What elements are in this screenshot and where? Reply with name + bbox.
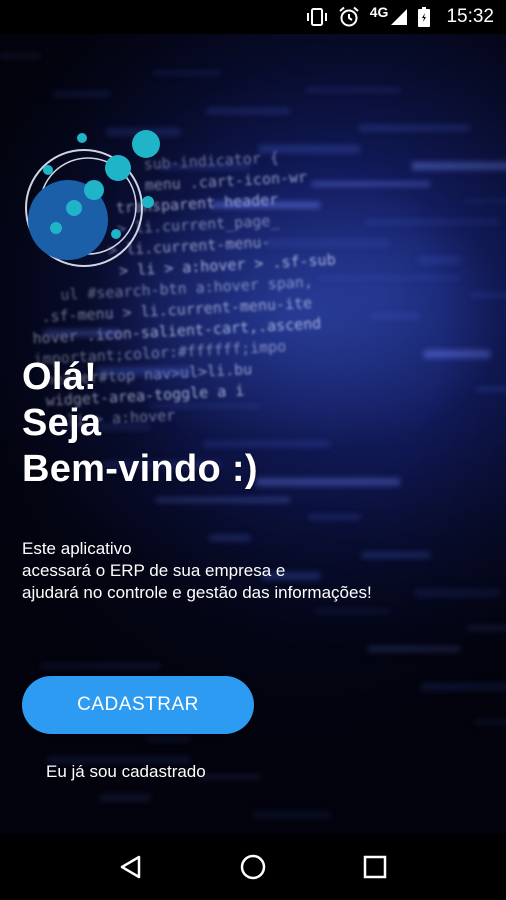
navigation-bar xyxy=(0,834,506,900)
greeting-line-1: Olá! xyxy=(22,356,98,398)
welcome-heading: Olá! Seja Bem-vindo :) xyxy=(22,354,258,492)
description-line-3: ajudará no controle e gestão das informa… xyxy=(22,583,372,602)
app-description: Este aplicativo acessará o ERP de sua em… xyxy=(22,538,372,604)
app-logo xyxy=(25,130,160,267)
alarm-icon xyxy=(338,6,360,28)
status-bar: 4G 15:32 xyxy=(0,0,506,34)
signal-icon xyxy=(390,8,408,26)
vibrate-icon xyxy=(306,8,328,26)
already-registered-link[interactable]: Eu já sou cadastrado xyxy=(46,762,206,782)
description-line-2: acessará o ERP de sua empresa e xyxy=(22,561,286,580)
description-line-1: Este aplicativo xyxy=(22,539,132,558)
home-icon xyxy=(240,854,266,880)
signup-button[interactable]: CADASTRAR xyxy=(22,676,254,734)
recents-icon xyxy=(363,855,387,879)
battery-icon xyxy=(418,7,431,27)
welcome-background: sub-indicator {menu .cart-icon-wrtranspa… xyxy=(0,34,506,834)
recents-button[interactable] xyxy=(355,847,395,887)
clock-time: 15:32 xyxy=(446,6,494,27)
network-type-label: 4G xyxy=(369,4,389,20)
greeting-line-3: Bem-vindo :) xyxy=(22,448,258,490)
home-button[interactable] xyxy=(233,847,273,887)
back-icon xyxy=(120,855,141,879)
greeting-line-2: Seja xyxy=(22,402,102,444)
back-button[interactable] xyxy=(111,847,151,887)
